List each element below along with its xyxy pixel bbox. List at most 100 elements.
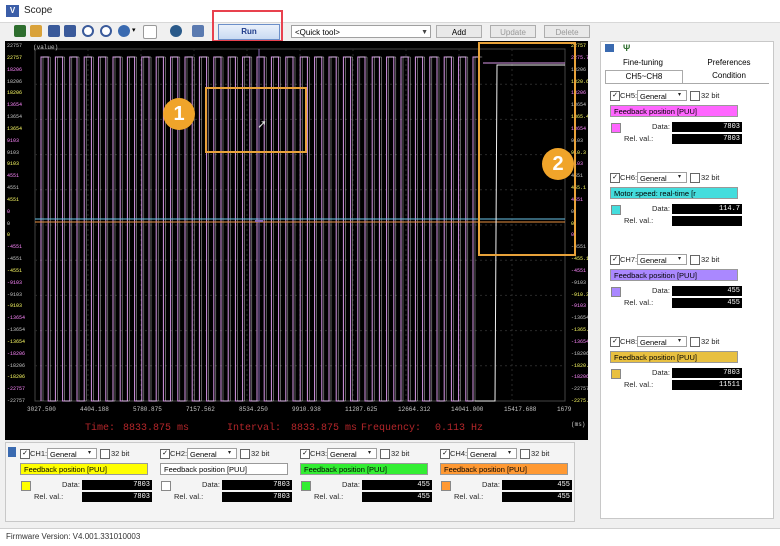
channel-source-select[interactable]: Feedback position [PUU]: [20, 463, 148, 475]
bit32-checkbox[interactable]: [380, 449, 390, 459]
tab-condition[interactable]: Condition: [689, 70, 769, 82]
bit32-label: 32 bit: [531, 449, 550, 458]
open-icon[interactable]: [30, 25, 42, 37]
save-icon[interactable]: [14, 25, 26, 37]
title-bar: V Scope: [0, 0, 780, 23]
channel-name: CH8:: [620, 337, 638, 346]
channel-enable-checkbox[interactable]: ✓: [610, 255, 620, 265]
frequency-label: Frequency:: [361, 423, 422, 434]
time-value: 8833.875 ms: [123, 423, 190, 434]
tab-fine-tuning[interactable]: Fine-tuning: [605, 57, 681, 69]
y-tick-left: 22757: [7, 43, 23, 49]
data-label: Data:: [202, 480, 220, 489]
bit32-label: 32 bit: [251, 449, 270, 458]
x-tick: 7157.562: [186, 406, 215, 413]
channel-enable-checkbox[interactable]: ✓: [610, 337, 620, 347]
channel-source-select[interactable]: Feedback position [PUU]: [610, 105, 738, 117]
y-tick-right: -455.1: [571, 256, 588, 262]
x-tick: 4404.188: [80, 406, 109, 413]
channel-source-select[interactable]: Feedback position [PUU]: [440, 463, 568, 475]
bit32-checkbox[interactable]: [100, 449, 110, 459]
rel-val-label: Rel. val.:: [314, 492, 344, 501]
bit32-checkbox[interactable]: [690, 91, 700, 101]
x-tick: 1679: [557, 406, 572, 413]
channel-source-select[interactable]: Feedback position [PUU]: [610, 269, 738, 281]
panel-icon[interactable]: [605, 44, 614, 52]
delete-button[interactable]: Delete: [544, 25, 590, 38]
rel-val-label: Rel. val.:: [34, 492, 64, 501]
channel-color-swatch[interactable]: [21, 481, 31, 491]
y-tick-right: -910.3: [571, 291, 588, 298]
y-tick-left: -4551: [7, 256, 23, 262]
bit32-checkbox[interactable]: [240, 449, 250, 459]
pin-icon[interactable]: Ψ: [623, 43, 630, 53]
measure-icon[interactable]: [143, 25, 157, 39]
channel-source-select[interactable]: Feedback position [PUU]: [160, 463, 288, 475]
chevron-down-icon: ▾: [678, 338, 682, 344]
tab-ch5-ch8[interactable]: CH5~CH8: [605, 70, 683, 83]
y-tick-left: 9103: [7, 149, 20, 156]
x-tick: 9910.938: [292, 406, 321, 413]
export-icon[interactable]: [192, 25, 204, 37]
channel-enable-checkbox[interactable]: ✓: [440, 449, 450, 459]
bit32-checkbox[interactable]: [520, 449, 530, 459]
channel-mode-value: General: [640, 256, 667, 265]
channel-source-select[interactable]: Feedback position [PUU]: [300, 463, 428, 475]
quick-tool-select[interactable]: <Quick tool> ▼: [291, 25, 431, 38]
chevron-down-icon: ▾: [678, 174, 682, 180]
fit-all-icon[interactable]: [64, 25, 76, 37]
channel-color-swatch[interactable]: [161, 481, 171, 491]
interval-value: 8833.875 ms: [291, 423, 358, 434]
channel-enable-checkbox[interactable]: ✓: [610, 173, 620, 183]
chevron-down-icon: ▾: [228, 450, 232, 456]
fit-icon[interactable]: [48, 25, 60, 37]
rel-val-label: Rel. val.:: [624, 380, 654, 389]
settings-icon[interactable]: [170, 25, 182, 37]
channel-color-swatch[interactable]: [441, 481, 451, 491]
y-tick-right: -4551: [571, 267, 587, 274]
channel-source-value: Feedback position [PUU]: [614, 271, 697, 280]
zoom-in-icon[interactable]: [82, 25, 94, 37]
dropdown-arrow-icon[interactable]: ▾: [132, 26, 136, 34]
channel-enable-checkbox[interactable]: ✓: [20, 449, 30, 459]
rel-value: 7803: [222, 492, 292, 502]
bit32-checkbox[interactable]: [690, 255, 700, 265]
rel-val-label: Rel. val.:: [174, 492, 204, 501]
pan-icon[interactable]: [118, 25, 130, 37]
channel-source-select[interactable]: Motor speed: real-time [r: [610, 187, 738, 199]
channel-color-swatch[interactable]: [611, 369, 621, 379]
channel-source-select[interactable]: Feedback position [PUU]: [610, 351, 738, 363]
add-button[interactable]: Add: [436, 25, 482, 38]
channel-color-swatch[interactable]: [611, 205, 621, 215]
bit32-label: 32 bit: [701, 337, 720, 346]
channel-mode-value: General: [330, 450, 357, 459]
rel-value: 11511: [672, 380, 742, 390]
bit32-checkbox[interactable]: [690, 173, 700, 183]
y-tick-right: -18206: [571, 374, 588, 381]
channel-enable-checkbox[interactable]: ✓: [160, 449, 170, 459]
channel-mode-value: General: [640, 92, 667, 101]
channel-color-swatch[interactable]: [301, 481, 311, 491]
tab-preferences[interactable]: Preferences: [689, 57, 769, 69]
zoom-out-icon[interactable]: [100, 25, 112, 37]
channel-source-value: Feedback position [PUU]: [24, 465, 107, 474]
channel-enable-checkbox[interactable]: ✓: [300, 449, 310, 459]
data-label: Data:: [652, 286, 670, 295]
update-button[interactable]: Update: [490, 25, 536, 38]
bit32-label: 32 bit: [391, 449, 410, 458]
data-label: Data:: [652, 368, 670, 377]
channel-color-swatch[interactable]: [611, 123, 621, 133]
channel-ch6: ✓ CH6: General ▾ 32 bit Motor speed: rea…: [608, 171, 745, 249]
channel-name: CH4:: [450, 449, 468, 458]
strip-toggle-icon[interactable]: [8, 447, 16, 457]
channel-enable-checkbox[interactable]: ✓: [610, 91, 620, 101]
channel-ch2: ✓ CH2: General ▾ 32 bit Feedback positio…: [158, 447, 296, 525]
run-button[interactable]: Run: [218, 24, 280, 40]
channel-color-swatch[interactable]: [611, 287, 621, 297]
marker-box-1: [205, 87, 307, 153]
bit32-checkbox[interactable]: [690, 337, 700, 347]
channel-source-value: Motor speed: real-time [r: [614, 189, 696, 198]
channel-mode-value: General: [640, 174, 667, 183]
chevron-down-icon: ▾: [88, 450, 92, 456]
x-tick: 5780.875: [133, 406, 162, 413]
